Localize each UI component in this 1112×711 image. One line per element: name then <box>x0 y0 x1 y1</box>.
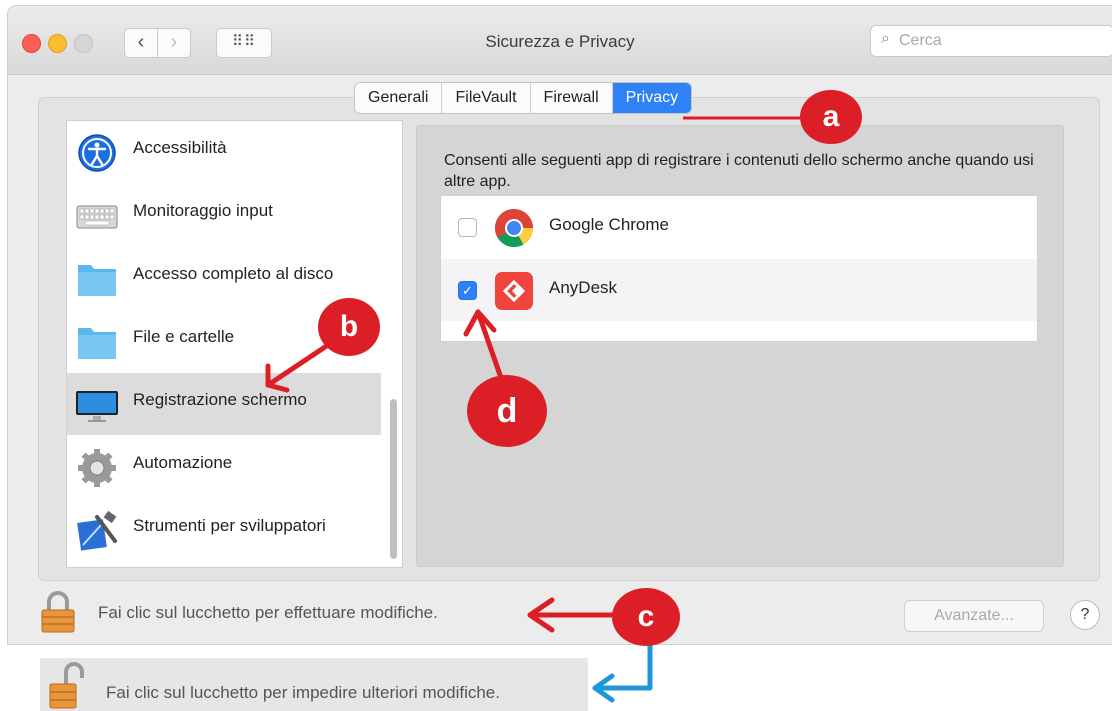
folder-icon <box>78 328 116 359</box>
monitor-icon <box>76 391 118 422</box>
tab-generali[interactable]: Generali <box>355 83 443 113</box>
permission-description: Consenti alle seguenti app di registrare… <box>444 152 1034 190</box>
sidebar-item-strumenti-sviluppatori[interactable]: Strumenti per sviluppatori <box>67 499 381 561</box>
anydesk-icon <box>495 272 533 310</box>
chrome-icon <box>494 208 534 248</box>
keyboard-icon <box>76 205 118 229</box>
tab-privacy[interactable]: Privacy <box>612 83 692 113</box>
sidebar-item-label: Accessibilità <box>133 138 227 157</box>
annotation-c-blue-arrowhead <box>592 673 615 703</box>
search-icon: ⌕ <box>881 30 890 47</box>
help-button[interactable]: ? <box>1070 600 1100 630</box>
sidebar-item-label: Strumenti per sviluppatori <box>133 516 326 535</box>
lock-hint-text: Fai clic sul lucchetto per effettuare mo… <box>98 603 438 622</box>
tab-filevault[interactable]: FileVault <box>442 83 531 113</box>
sidebar-item-label: File e cartelle <box>133 327 235 346</box>
checkmark-icon: ✓ <box>462 283 473 298</box>
accessibility-icon <box>78 134 116 172</box>
sidebar-item-automazione[interactable]: Automazione <box>67 436 381 498</box>
sidebar-item-monitoraggio-input[interactable]: Monitoraggio input <box>67 184 381 246</box>
annotation-badge-d: d <box>467 375 547 447</box>
sidebar-item-registrazione-schermo[interactable]: Registrazione schermo <box>67 373 381 435</box>
search-placeholder: Cerca <box>899 32 942 49</box>
sidebar-item-label: Registrazione schermo <box>133 390 307 409</box>
developer-tools-icon <box>77 511 117 551</box>
annotation-badge-c: c <box>612 588 680 646</box>
sidebar-item-label: Accesso completo al disco <box>133 264 334 283</box>
sidebar-scrollbar[interactable] <box>390 399 397 559</box>
search-input[interactable]: ⌕ Cerca <box>870 25 1112 57</box>
annotation-badge-a: a <box>800 90 862 144</box>
unlocked-lock-hint-text: Fai clic sul lucchetto per impedire ulte… <box>106 683 500 702</box>
app-row-anydesk[interactable]: ✓ AnyDesk <box>441 259 1037 321</box>
app-row-chrome[interactable]: Google Chrome <box>441 196 1037 258</box>
sidebar-item-label: Monitoraggio input <box>133 201 273 220</box>
annotation-c-blue-arrow <box>592 642 653 691</box>
anydesk-checkbox[interactable]: ✓ <box>458 281 477 300</box>
advanced-button[interactable]: Avanzate... <box>904 600 1044 632</box>
lock-closed-icon <box>41 591 75 633</box>
app-list: Google Chrome ✓ AnyDesk <box>440 195 1038 342</box>
folder-icon <box>78 265 116 296</box>
gear-icon <box>78 449 116 487</box>
preferences-window: ‹ › ⠿⠿ Sicurezza e Privacy ⌕ Cerca Gener… <box>8 6 1112 644</box>
app-name: AnyDesk <box>549 278 618 297</box>
lock-row[interactable]: Fai clic sul lucchetto per effettuare mo… <box>38 590 558 634</box>
app-name: Google Chrome <box>549 215 670 234</box>
unlocked-lock-row[interactable]: Fai clic sul lucchetto per impedire ulte… <box>40 658 588 711</box>
lock-open-icon <box>49 662 84 709</box>
sidebar-item-label: Automazione <box>133 453 233 472</box>
sidebar-item-accesso-completo[interactable]: Accesso completo al disco <box>67 247 381 309</box>
tab-firewall[interactable]: Firewall <box>531 83 613 113</box>
sidebar-item-accessibilita[interactable]: Accessibilità <box>67 121 381 183</box>
chrome-checkbox[interactable] <box>458 218 477 237</box>
tab-bar: Generali FileVault Firewall Privacy <box>354 82 693 114</box>
title-bar: ‹ › ⠿⠿ Sicurezza e Privacy ⌕ Cerca <box>8 6 1112 75</box>
annotation-badge-b: b <box>318 298 380 356</box>
